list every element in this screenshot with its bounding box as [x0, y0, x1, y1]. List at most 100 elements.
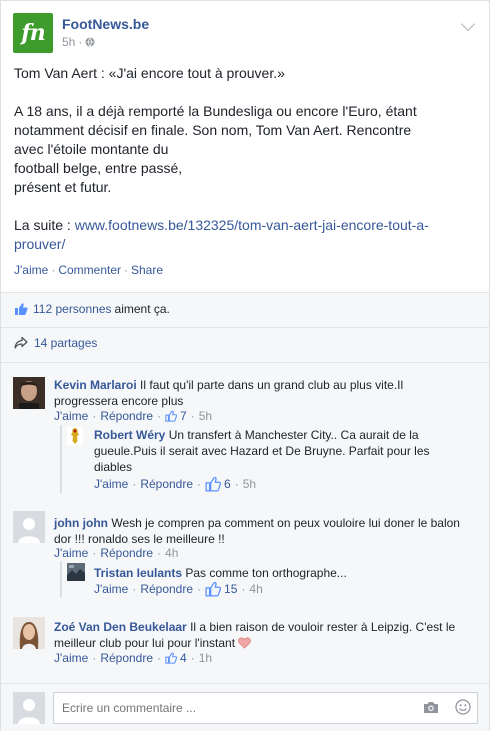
- chevron-down-icon[interactable]: [460, 16, 476, 32]
- avatar[interactable]: [13, 617, 45, 649]
- comment-separator: ·: [190, 409, 195, 423]
- avatar[interactable]: [13, 377, 45, 409]
- comment-separator: ·: [197, 477, 202, 491]
- comment-separator: ·: [241, 582, 246, 596]
- shares-summary: 14 partages: [1, 328, 489, 363]
- comment-reply-link[interactable]: Répondre: [140, 582, 193, 596]
- article-link[interactable]: www.footnews.be/132325/tom-van-aert-jai-…: [75, 217, 429, 233]
- comment-reply-link[interactable]: Répondre: [100, 651, 153, 665]
- comment-actions: J'aime · Répondre · 15 · 4h: [94, 581, 263, 597]
- comment-like-count[interactable]: 6: [224, 477, 231, 491]
- comment-like-count[interactable]: 4: [180, 651, 187, 665]
- comment-like-link[interactable]: J'aime: [54, 546, 88, 560]
- comment-time[interactable]: 1h: [199, 651, 212, 665]
- comment-author[interactable]: john john: [54, 516, 108, 530]
- page-name-link[interactable]: FootNews.be: [62, 16, 149, 32]
- comment-separator: ·: [190, 651, 195, 665]
- thumbs-up-icon: [165, 652, 178, 664]
- share-arrow-icon: [14, 336, 28, 349]
- shares-count-link[interactable]: 14 partages: [34, 336, 97, 350]
- comment-actions: J'aime · Répondre · 4h: [54, 546, 178, 560]
- globe-icon: [85, 37, 95, 47]
- thumbs-up-icon: [15, 303, 28, 315]
- post-body-line: notamment décisif en finale. Son nom, To…: [14, 122, 412, 138]
- action-separator: ·: [51, 263, 56, 277]
- reply-body: Robert Wéry Un transfert à Manchester Ci…: [94, 427, 439, 475]
- reply-body: Tristan Ieulants Pas comme ton orthograp…: [94, 565, 454, 581]
- likes-suffix: aiment ça.: [114, 302, 170, 316]
- avatar[interactable]: [67, 427, 83, 445]
- post-body-line: présent et futur.: [14, 179, 112, 195]
- comment-separator: ·: [132, 582, 137, 596]
- comment-actions: J'aime · Répondre · 4 · 1h: [54, 651, 212, 665]
- comment-time[interactable]: 4h: [165, 546, 178, 560]
- likes-count-link[interactable]: 112 personnes: [33, 302, 112, 316]
- comment-separator: ·: [157, 546, 162, 560]
- comment-like-link[interactable]: J'aime: [94, 582, 128, 596]
- post-body: Tom Van Aert : «J'ai encore tout à prouv…: [14, 64, 454, 254]
- post-title-line: Tom Van Aert : «J'ai encore tout à prouv…: [14, 65, 285, 81]
- share-link[interactable]: Share: [131, 263, 163, 277]
- comment-composer: [1, 683, 489, 731]
- comment-like-count[interactable]: 15: [224, 582, 237, 596]
- reply-thread-border: [60, 425, 62, 493]
- comment-author[interactable]: Zoé Van Den Beukelaar: [54, 620, 187, 634]
- comments-section: Kevin Marlaroi Il faut qu'il parte dans …: [1, 363, 489, 683]
- comment-separator: ·: [157, 651, 162, 665]
- post-actions: J'aime · Commenter · Share: [14, 263, 163, 277]
- thumbs-up-icon: [165, 410, 178, 422]
- comment-like-link[interactable]: J'aime: [94, 477, 128, 491]
- post-body-line: avec l'étoile montante du: [14, 141, 169, 157]
- comment-author[interactable]: Kevin Marlaroi: [54, 378, 137, 392]
- post-body-line: football belge, entre passé,: [14, 160, 183, 176]
- comment-separator: ·: [92, 409, 97, 423]
- camera-icon[interactable]: [423, 700, 439, 714]
- comment-actions: J'aime · Répondre · 6 · 5h: [94, 476, 256, 492]
- thumbs-up-icon: [205, 581, 222, 597]
- comment-reply-link[interactable]: Répondre: [100, 409, 153, 423]
- comment-time[interactable]: 5h: [243, 477, 256, 491]
- comment-reply-link[interactable]: Répondre: [100, 546, 153, 560]
- comment-time[interactable]: 5h: [199, 409, 212, 423]
- comment-link[interactable]: Commenter: [58, 263, 121, 277]
- page-logo[interactable]: fn: [13, 13, 53, 53]
- action-separator: ·: [124, 263, 128, 277]
- comment-text: Pas comme ton orthographe...: [185, 566, 347, 580]
- avatar[interactable]: [13, 511, 45, 543]
- post-meta: 5h ·: [62, 35, 95, 49]
- heart-emoji-icon: [238, 637, 252, 649]
- post-link-line: La suite : www.footnews.be/132325/tom-va…: [14, 216, 454, 235]
- avatar[interactable]: [67, 563, 85, 581]
- comment-reply-link[interactable]: Répondre: [140, 477, 193, 491]
- comment-author[interactable]: Tristan Ieulants: [94, 566, 182, 580]
- like-link[interactable]: J'aime: [14, 263, 48, 277]
- comment-separator: ·: [92, 651, 97, 665]
- comment-input[interactable]: [53, 692, 478, 724]
- comment-separator: ·: [197, 582, 202, 596]
- smiley-icon[interactable]: [455, 699, 471, 715]
- comment-separator: ·: [234, 477, 239, 491]
- thumbs-up-icon: [205, 476, 222, 492]
- comment-like-link[interactable]: J'aime: [54, 651, 88, 665]
- meta-separator: ·: [78, 35, 83, 49]
- logo-text: fn: [21, 20, 45, 46]
- comment-like-link[interactable]: J'aime: [54, 409, 88, 423]
- comment-actions: J'aime · Répondre · 7 · 5h: [54, 409, 212, 423]
- post-card: fn FootNews.be 5h · Tom Van Aert : «J'ai…: [0, 0, 490, 731]
- comment-separator: ·: [157, 409, 162, 423]
- likes-summary: 112 personnes aiment ça.: [1, 293, 489, 327]
- comment-like-count[interactable]: 7: [180, 409, 187, 423]
- article-link-continued[interactable]: prouver/: [14, 236, 65, 252]
- comment-author[interactable]: Robert Wéry: [94, 428, 165, 442]
- comment-time[interactable]: 4h: [249, 582, 262, 596]
- comment-separator: ·: [132, 477, 137, 491]
- comment-body: Zoé Van Den Beukelaar Il a bien raison d…: [54, 619, 464, 651]
- post-body-line: A 18 ans, il a déjà remporté la Bundesli…: [14, 103, 417, 119]
- comment-separator: ·: [92, 546, 97, 560]
- comment-body: john john Wesh je compren pa comment on …: [54, 515, 469, 547]
- comment-body: Kevin Marlaroi Il faut qu'il parte dans …: [54, 377, 464, 409]
- link-prefix: La suite :: [14, 217, 75, 233]
- post-time[interactable]: 5h: [62, 35, 75, 49]
- post-header: fn FootNews.be 5h ·: [13, 13, 477, 55]
- reply-thread-border: [60, 561, 62, 597]
